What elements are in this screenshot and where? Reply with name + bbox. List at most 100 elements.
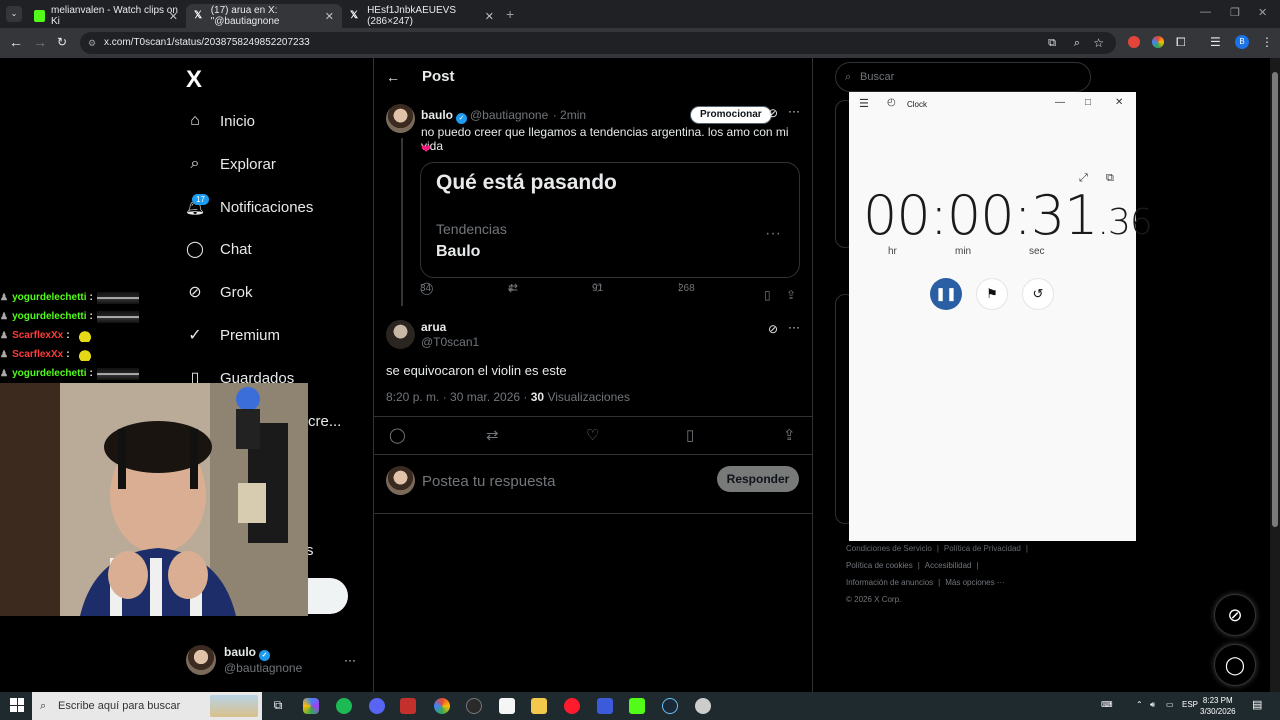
sidebar-item-premium[interactable]: ✓ Premium (186, 326, 280, 345)
extension-icon[interactable] (1128, 36, 1140, 48)
reply-input[interactable]: Postea tu respuesta (422, 473, 555, 490)
app-icon[interactable] (597, 698, 613, 714)
bookmark-icon[interactable]: ▯ (686, 426, 694, 444)
trend-card-image[interactable]: Qué está pasando Tendencias Baulo ··· (420, 162, 800, 278)
extension-icon[interactable] (1152, 36, 1164, 48)
chat-line: ♟ yogurdelechetti : (0, 364, 150, 383)
spotify-icon[interactable] (336, 698, 352, 714)
volume-icon[interactable]: 🔊︎ (1150, 700, 1155, 710)
network-icon[interactable]: ▭ (1166, 700, 1174, 709)
unit-label: min (955, 246, 972, 257)
close-tab-icon[interactable]: ✕ (325, 10, 334, 23)
repost-icon[interactable]: ⇄ (486, 426, 499, 444)
grok-icon[interactable]: ⊘ (768, 106, 778, 120)
steam-icon[interactable] (662, 698, 678, 714)
x-icon: 𝕏 (350, 10, 359, 21)
heart-icon[interactable]: ♡ (586, 426, 599, 444)
more-icon[interactable]: ··· (788, 104, 800, 118)
media-icon[interactable]: ☰ (1210, 35, 1221, 49)
minimize-window-icon[interactable]: — (1200, 6, 1211, 18)
grok-icon[interactable]: ⊘ (768, 322, 778, 336)
minimize-window-icon[interactable]: — (1055, 97, 1065, 108)
badge-icon: ♟ (0, 368, 9, 378)
bookmark-icon[interactable]: ▯ (764, 288, 771, 302)
pause-button[interactable]: ❚❚ (930, 278, 962, 310)
site-info-icon[interactable]: ⚙ (88, 32, 96, 54)
maximize-window-icon[interactable]: □ (1085, 97, 1091, 108)
grok-fab-button[interactable]: ⊘ (1214, 594, 1256, 636)
keyboard-icon[interactable]: ⌨ (1101, 700, 1113, 709)
back-arrow-icon[interactable]: ← (386, 69, 400, 85)
messages-fab-button[interactable]: ◯ (1214, 644, 1256, 686)
extensions-puzzle-icon[interactable]: ⧠ (1176, 35, 1186, 49)
menu-kebab-icon[interactable]: ⋮ (1261, 35, 1273, 49)
avatar[interactable] (386, 320, 415, 349)
lap-button[interactable]: ⚑ (976, 278, 1008, 310)
language-indicator[interactable]: ESP (1182, 700, 1198, 709)
app-icon[interactable] (499, 698, 515, 714)
clock-app-icon: ◴ (887, 97, 896, 108)
close-window-icon[interactable]: ✕ (1258, 6, 1267, 19)
tweet-timestamp: 8:20 p. m. · 30 mar. 2026 · 30 Visualiza… (386, 390, 630, 404)
scrollbar[interactable] (1270, 58, 1280, 692)
badge-icon: ♟ (0, 311, 9, 321)
more-icon[interactable]: ··· (788, 320, 800, 334)
share-icon[interactable]: ⇪ (786, 288, 796, 302)
reload-icon[interactable]: ↻ (57, 35, 67, 49)
profile-avatar[interactable]: B (1235, 35, 1249, 49)
chat-icon: ◯ (1224, 654, 1246, 675)
chevron-up-icon[interactable]: ⌃ (1136, 700, 1143, 709)
sidebar-item-grok[interactable]: ⊘ Grok (186, 283, 252, 302)
search-icon: ⌕ (190, 155, 200, 172)
restore-window-icon[interactable]: ❐ (1230, 6, 1240, 19)
copilot-icon[interactable] (303, 698, 319, 714)
search-input[interactable]: ⌕ Buscar (835, 62, 1091, 92)
promote-button[interactable]: Promocionar (690, 106, 772, 124)
chat-line: ♟ ScarflexXx : (0, 345, 150, 364)
forward-icon[interactable]: → (33, 35, 47, 49)
back-icon[interactable]: ← (9, 35, 23, 49)
chrome-icon[interactable] (434, 698, 450, 714)
avatar[interactable] (386, 104, 415, 133)
column-divider (812, 58, 813, 692)
taskbar-clock[interactable]: 8:23 PM 3/30/2026 (1200, 695, 1236, 717)
sidebar-item-inicio[interactable]: ⌂ Inicio (186, 112, 255, 130)
x-logo[interactable]: X (186, 66, 202, 94)
tab-x-post[interactable]: 𝕏 (17) arua en X: "@bautiagnone ✕ (186, 4, 342, 28)
taskbar-search-input[interactable]: ⌕ Escribe aquí para buscar (32, 692, 262, 720)
obs-icon[interactable] (466, 698, 482, 714)
close-tab-icon[interactable]: ✕ (485, 10, 494, 23)
discord-icon[interactable] (369, 698, 385, 714)
install-app-icon[interactable]: ⧉ (1048, 32, 1056, 54)
address-bar[interactable]: ⚙ x.com/T0scan1/status/20387582498522072… (80, 32, 1116, 54)
zoom-icon[interactable]: ⌕ (1074, 32, 1080, 54)
close-tab-icon[interactable]: ✕ (169, 10, 178, 23)
opera-icon[interactable] (564, 698, 580, 714)
tab-image[interactable]: 𝕏 HEsf1JnbkAEUEVS (286×247) ✕ (342, 4, 502, 28)
notifications-icon[interactable]: ▤ (1252, 698, 1262, 711)
reply-icon[interactable]: ◯ (389, 426, 406, 444)
hamburger-menu-icon[interactable]: ☰ (859, 97, 869, 110)
tab-kick[interactable]: melianvalen - Watch clips on Ki ✕ (26, 4, 186, 28)
reset-button[interactable]: ↺ (1022, 278, 1054, 310)
windows-start-icon[interactable] (10, 698, 24, 712)
app-icon[interactable] (400, 698, 416, 714)
tab-search-button[interactable]: ⌄ (6, 6, 22, 22)
sidebar-item-explorar[interactable]: ⌕ Explorar (186, 155, 276, 173)
file-explorer-icon[interactable] (531, 698, 547, 714)
task-view-icon[interactable]: ⧉ (270, 698, 286, 714)
more-icon[interactable]: ··· (344, 653, 356, 667)
account-switcher[interactable]: baulo ✓ @bautiagnone ··· (186, 645, 356, 675)
browser-tab-bar: ⌄ melianvalen - Watch clips on Ki ✕ 𝕏 (1… (0, 0, 1280, 28)
quoted-tweet-actions: ◯ 34 ⇄ 4 ♡ 91 ⫶ 268 ▯ ⇪ (420, 280, 797, 303)
close-window-icon[interactable]: ✕ (1115, 97, 1123, 108)
bookmark-star-icon[interactable]: ☆ (1093, 32, 1104, 54)
reply-submit-button[interactable]: Responder (717, 466, 799, 492)
sidebar-item-chat[interactable]: ◯ Chat (186, 240, 252, 259)
kick-icon[interactable] (629, 698, 645, 714)
new-tab-button[interactable]: + (506, 6, 514, 22)
clock-app-icon[interactable] (695, 698, 711, 714)
pause-icon: ❚❚ (935, 286, 957, 301)
share-icon[interactable]: ⇪ (783, 426, 796, 444)
scrollbar-thumb[interactable] (1272, 72, 1278, 527)
